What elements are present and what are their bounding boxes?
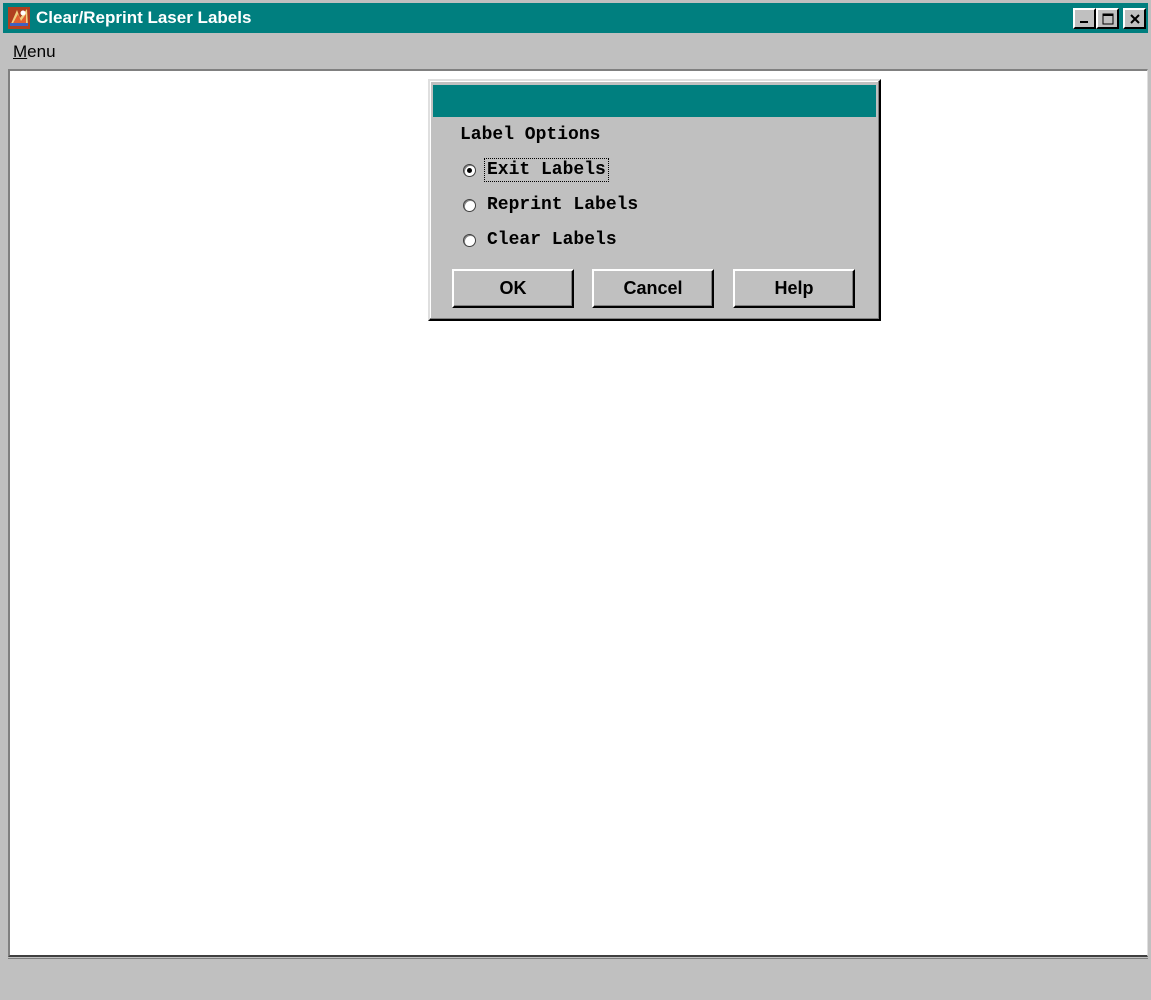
cancel-button[interactable]: Cancel bbox=[592, 269, 714, 308]
close-icon bbox=[1129, 13, 1140, 24]
close-button[interactable] bbox=[1123, 8, 1146, 29]
dialog-title-bar[interactable] bbox=[433, 85, 876, 117]
radio-clear-labels[interactable]: Clear Labels bbox=[463, 227, 619, 253]
radio-label-reprint: Reprint Labels bbox=[487, 195, 639, 215]
window-title: Clear/Reprint Laser Labels bbox=[36, 8, 252, 27]
menu-label-rest: enu bbox=[27, 42, 56, 61]
ok-button[interactable]: OK bbox=[452, 269, 574, 308]
radio-label-clear: Clear Labels bbox=[487, 230, 617, 250]
radio-exit-labels[interactable]: Exit Labels bbox=[463, 157, 609, 183]
group-label: Label Options bbox=[460, 125, 601, 145]
maximize-icon bbox=[1102, 13, 1113, 24]
help-button[interactable]: Help bbox=[733, 269, 855, 308]
app-icon[interactable] bbox=[7, 6, 31, 30]
menu-item-menu[interactable]: Menu bbox=[13, 42, 56, 62]
label-options-dialog: Label Options Exit Labels Reprint Labels… bbox=[428, 79, 881, 321]
radio-label-exit: Exit Labels bbox=[484, 158, 609, 182]
menu-bar: Menu bbox=[3, 33, 1148, 69]
minimize-icon bbox=[1079, 20, 1088, 23]
maximize-button[interactable] bbox=[1096, 8, 1119, 29]
title-bar[interactable]: Clear/Reprint Laser Labels bbox=[3, 3, 1148, 33]
application-window: Clear/Reprint Laser Labels Menu Label Op… bbox=[0, 0, 1151, 1000]
radio-reprint-labels[interactable]: Reprint Labels bbox=[463, 192, 640, 218]
radio-button-unchecked[interactable] bbox=[463, 233, 476, 247]
status-bar bbox=[8, 958, 1148, 1000]
minimize-button[interactable] bbox=[1073, 8, 1096, 29]
menu-mnemonic: M bbox=[13, 42, 28, 61]
radio-button-unchecked[interactable] bbox=[463, 198, 476, 212]
radio-button-checked[interactable] bbox=[463, 163, 476, 177]
